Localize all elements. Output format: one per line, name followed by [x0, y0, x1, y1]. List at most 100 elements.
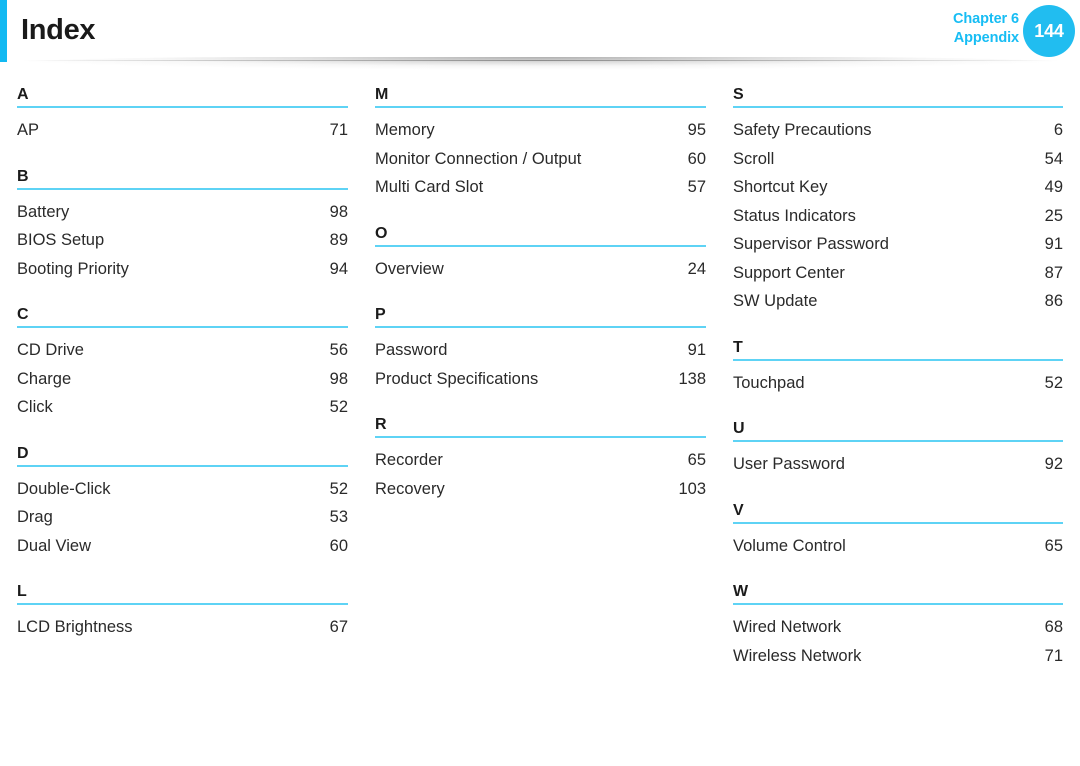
- letter-rule: [733, 106, 1063, 108]
- index-entry-name: User Password: [733, 455, 845, 473]
- letter-heading: O: [375, 224, 388, 242]
- index-entry[interactable]: Recorder 65: [375, 446, 706, 475]
- index-entry-page: 65: [1044, 536, 1063, 555]
- index-entry-name: CD Drive: [17, 341, 84, 359]
- index-entry-name: Double-Click: [17, 479, 111, 498]
- index-entry-page: 52: [329, 479, 348, 498]
- index-entry[interactable]: Booting Priority 94: [17, 255, 348, 284]
- letter-group-v: V Volume Control 65: [733, 501, 1063, 561]
- index-entry[interactable]: Battery 98: [17, 198, 348, 227]
- letter-heading: T: [733, 338, 743, 356]
- index-entry-page: 52: [329, 398, 348, 416]
- letter-rule: [375, 106, 706, 108]
- index-entry-name: Product Specifications: [375, 369, 539, 388]
- index-entry-page: 89: [329, 231, 348, 249]
- chapter-label: Chapter 6 Appendix: [839, 10, 1019, 48]
- index-column-3: S Safety Precautions 6 Scroll 54 Shortcut Key…: [733, 85, 1063, 670]
- index-entry-page: 53: [329, 508, 348, 526]
- letter-rule: [17, 326, 348, 328]
- index-entry-page: 92: [1044, 455, 1063, 473]
- index-entry-page: 87: [1044, 263, 1063, 282]
- index-entry[interactable]: Safety Precautions 6: [733, 116, 1063, 145]
- index-entry[interactable]: LCD Brightness 67: [17, 613, 348, 642]
- letter-group-u: U User Password 92: [733, 419, 1063, 479]
- index-entry[interactable]: Monitor Connection / Output 60: [375, 145, 706, 174]
- letter-heading: C: [17, 306, 29, 323]
- letter-group-c: C CD Drive 56 Charge 98 Click 52: [17, 305, 348, 422]
- index-entry[interactable]: Double-Click 52: [17, 475, 348, 504]
- letter-rule: [17, 603, 348, 605]
- letter-group-w: W Wired Network 68 Wireless Network 71: [733, 582, 1063, 670]
- index-entry-name: Wireless Network: [733, 646, 862, 665]
- letter-rule: [733, 521, 1063, 524]
- index-entry[interactable]: Charge 98: [17, 365, 348, 394]
- index-entry[interactable]: Volume Control 65: [733, 532, 1063, 561]
- index-entry-name: Monitor Connection / Output: [375, 149, 582, 168]
- index-entry-name: Recorder: [375, 451, 443, 469]
- index-entry[interactable]: Shortcut Key 49: [733, 173, 1063, 202]
- index-entry-page: 94: [329, 259, 348, 278]
- index-entry-page: 56: [329, 341, 348, 359]
- page-header: Index Chapter 6 Appendix 144: [0, 0, 1080, 63]
- letter-heading: P: [375, 306, 386, 323]
- index-entry[interactable]: Memory 95: [375, 116, 706, 145]
- index-entry[interactable]: Dual View 60: [17, 532, 348, 561]
- index-entry-name: Memory: [375, 121, 435, 139]
- letter-group-b: B Battery 98 BIOS Setup 89 Booting Priority 94: [17, 167, 348, 284]
- index-entry-page: 65: [687, 451, 706, 469]
- index-entry-name: Scroll: [733, 149, 775, 168]
- index-entry[interactable]: BIOS Setup 89: [17, 226, 348, 255]
- index-entry[interactable]: User Password 92: [733, 450, 1063, 479]
- index-entry-page: 71: [1044, 646, 1063, 665]
- index-entry-page: 91: [687, 341, 706, 359]
- index-entry[interactable]: Drag 53: [17, 503, 348, 532]
- index-entry[interactable]: Support Center 87: [733, 259, 1063, 288]
- index-entry-page: 91: [1044, 235, 1063, 253]
- letter-heading: M: [375, 86, 389, 103]
- index-entry-page: 57: [687, 178, 706, 196]
- index-entry-page: 71: [329, 121, 348, 139]
- index-entry[interactable]: Overview 24: [375, 255, 706, 284]
- index-entry-name: Battery: [17, 202, 70, 221]
- index-entry-name: Wired Network: [733, 618, 842, 636]
- index-entry-page: 138: [678, 369, 706, 388]
- index-entry-name: Drag: [17, 508, 53, 526]
- index-entry[interactable]: Status Indicators 25: [733, 202, 1063, 231]
- letter-rule: [375, 244, 706, 247]
- index-entry-name: Status Indicators: [733, 206, 856, 225]
- index-entry-name: Shortcut Key: [733, 178, 828, 196]
- index-entry[interactable]: CD Drive 56: [17, 336, 348, 365]
- index-entry-name: Booting Priority: [17, 259, 129, 278]
- index-entry-page: 98: [329, 202, 348, 221]
- letter-group-d: D Double-Click 52 Drag 53 Dual View 60: [17, 444, 348, 561]
- index-entry[interactable]: SW Update 86: [733, 287, 1063, 316]
- index-entry-name: Supervisor Password: [733, 235, 889, 253]
- index-entry[interactable]: Wired Network 68: [733, 613, 1063, 642]
- letter-heading: D: [17, 444, 29, 462]
- index-entry[interactable]: Touchpad 52: [733, 369, 1063, 398]
- index-entry-page: 24: [687, 259, 706, 278]
- index-entry-page: 98: [329, 369, 348, 388]
- index-entry[interactable]: Recovery 103: [375, 475, 706, 504]
- index-entry[interactable]: AP 71: [17, 116, 348, 145]
- letter-rule: [733, 603, 1063, 605]
- index-entry[interactable]: Click 52: [17, 393, 348, 422]
- index-entry[interactable]: Password 91: [375, 336, 706, 365]
- index-entry[interactable]: Wireless Network 71: [733, 642, 1063, 671]
- index-entry[interactable]: Scroll 54: [733, 145, 1063, 174]
- index-entry[interactable]: Multi Card Slot 57: [375, 173, 706, 202]
- letter-heading: B: [17, 167, 29, 185]
- index-entry-page: 95: [687, 121, 706, 139]
- header-accent-bar: [0, 0, 7, 62]
- index-entry-page: 68: [1044, 618, 1063, 636]
- index-entry-name: Touchpad: [733, 373, 805, 392]
- letter-rule: [733, 440, 1063, 442]
- index-entry-page: 49: [1044, 178, 1063, 196]
- index-entry-name: Multi Card Slot: [375, 178, 484, 196]
- index-entry-page: 103: [678, 479, 706, 498]
- index-entry[interactable]: Supervisor Password 91: [733, 230, 1063, 259]
- index-entry-name: Password: [375, 341, 448, 359]
- index-entry-page: 52: [1044, 373, 1063, 392]
- index-entry-name: BIOS Setup: [17, 231, 105, 249]
- index-entry[interactable]: Product Specifications 138: [375, 365, 706, 394]
